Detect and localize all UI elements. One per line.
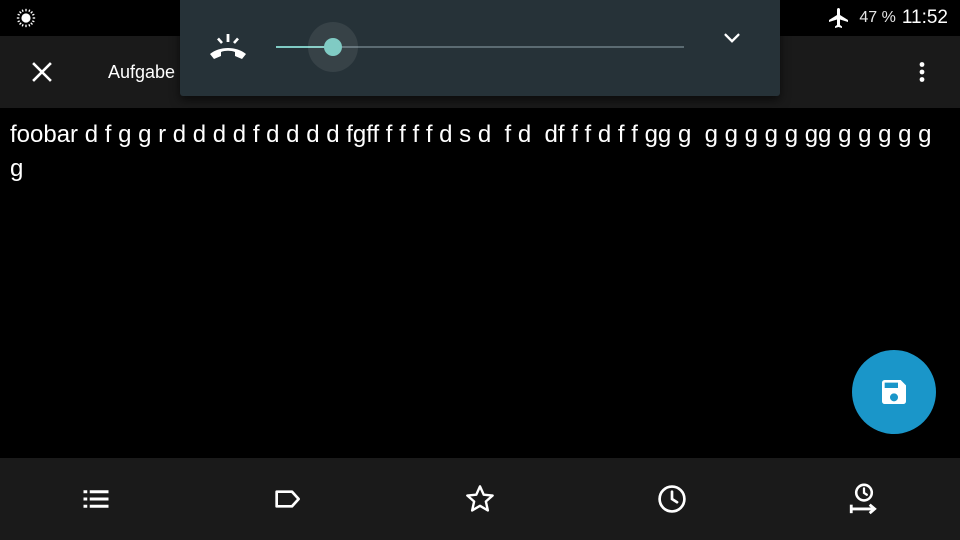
overflow-menu-button[interactable] [902, 52, 942, 92]
close-button[interactable] [22, 52, 62, 92]
save-button[interactable] [852, 350, 936, 434]
time-shift-button[interactable] [768, 458, 960, 540]
bottom-action-bar [0, 458, 960, 540]
reminder-button[interactable] [576, 458, 768, 540]
page-title: Aufgabe [108, 62, 176, 82]
ringer-volume-icon[interactable] [208, 30, 248, 66]
volume-panel [180, 0, 780, 96]
brightness-icon [16, 8, 36, 28]
note-text-editor[interactable]: foobar d f g g r d d d d f d d d d fgff … [10, 118, 950, 186]
more-vertical-icon [919, 62, 925, 82]
expand-volume-button[interactable] [712, 20, 752, 56]
star-icon [466, 485, 494, 512]
time-shift-icon [849, 483, 877, 515]
close-icon [32, 62, 52, 82]
list-icon [83, 490, 109, 508]
slider-thumb[interactable] [324, 38, 343, 56]
battery-percentage: 47 % [859, 9, 896, 26]
save-icon [882, 380, 906, 404]
label-button[interactable] [192, 458, 384, 540]
star-button[interactable] [384, 458, 576, 540]
clock-time: 11:52 [901, 7, 948, 28]
label-icon [275, 490, 300, 508]
ringer-volume-slider[interactable] [276, 22, 684, 72]
chevron-down-icon [724, 33, 740, 43]
status-right: 47 % 11:52 [827, 0, 948, 36]
airplane-mode-icon [829, 8, 849, 28]
clock-icon [658, 485, 686, 513]
list-button[interactable] [0, 458, 192, 540]
screen: 47 % 11:52 Aufgabe foobar d f g g r d d … [0, 0, 960, 540]
